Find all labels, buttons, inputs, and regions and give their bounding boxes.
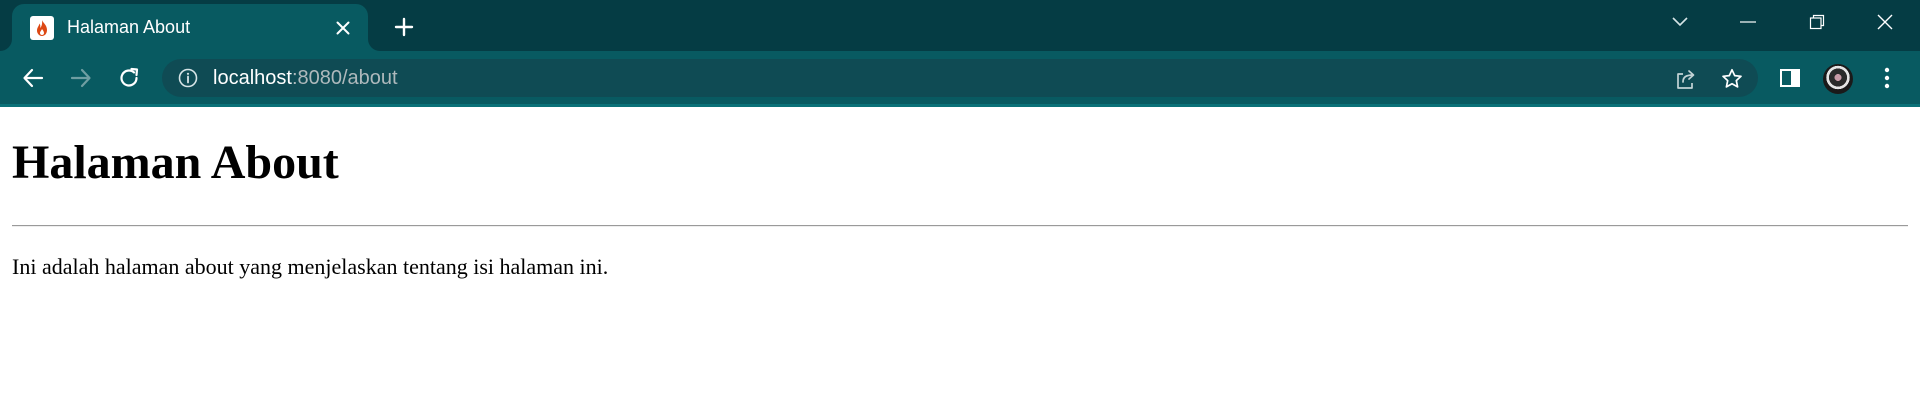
site-info-icon[interactable] [178, 68, 198, 88]
forward-arrow-icon[interactable] [65, 62, 97, 94]
reload-icon[interactable] [113, 62, 145, 94]
url-host: localhost [213, 67, 292, 89]
address-bar[interactable]: localhost:8080/about [162, 59, 1758, 97]
profile-avatar[interactable] [1823, 64, 1853, 94]
page-heading: Halaman About [12, 136, 339, 189]
page-content: Halaman About Ini adalah halaman about y… [0, 107, 1920, 405]
page-paragraph: Ini adalah halaman about yang menjelaska… [12, 254, 609, 279]
tab-search-chevron-down-icon[interactable] [1645, 0, 1715, 44]
new-tab-plus-icon[interactable] [388, 11, 420, 43]
kebab-menu-icon[interactable] [1871, 62, 1903, 94]
minimize-icon[interactable] [1713, 0, 1783, 44]
share-icon[interactable] [1674, 67, 1698, 91]
close-window-icon[interactable] [1850, 0, 1920, 44]
horizontal-rule [12, 225, 1908, 227]
restore-icon[interactable] [1782, 0, 1852, 44]
bookmark-star-icon[interactable] [1720, 67, 1744, 91]
url-path: :8080/about [291, 67, 398, 89]
back-arrow-icon[interactable] [17, 62, 49, 94]
tab-close-icon[interactable] [330, 15, 356, 41]
url-text[interactable]: localhost:8080/about [213, 67, 398, 90]
side-panel-icon[interactable] [1774, 62, 1806, 94]
tab-title: Halaman About [67, 17, 191, 37]
codeigniter-flame-icon [30, 16, 54, 40]
tab-halaman-about[interactable]: Halaman About [12, 4, 368, 51]
browser-title-bar: Halaman About [0, 0, 1920, 51]
browser-toolbar: localhost:8080/about [0, 51, 1920, 104]
